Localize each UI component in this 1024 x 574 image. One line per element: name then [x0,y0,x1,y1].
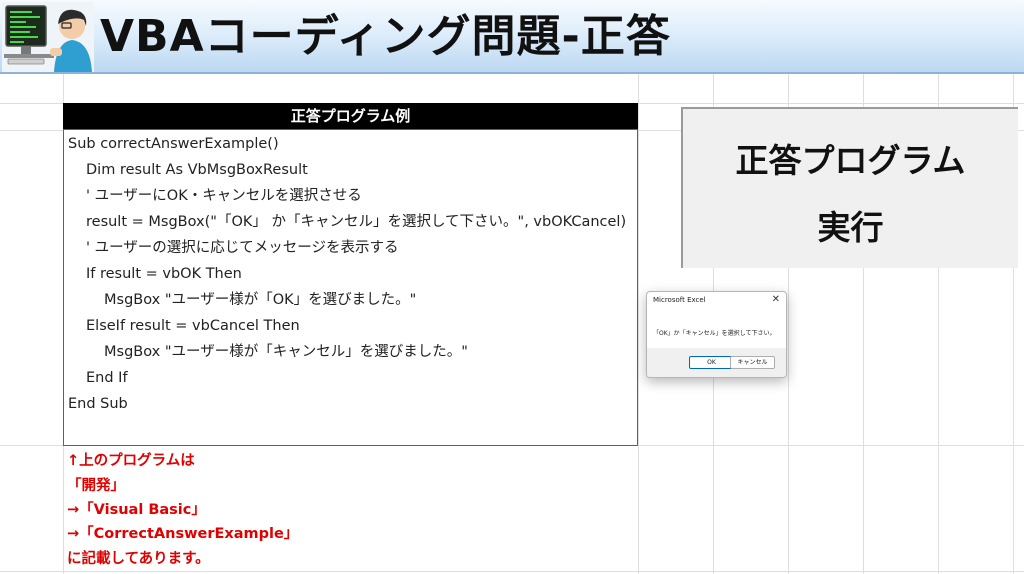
code-line: ElseIf result = vbCancel Then [86,318,300,334]
note-line: ↑上のプログラムは [67,453,195,469]
code-line: End If [86,370,128,386]
run-correct-program-button[interactable]: 正答プログラム 実行 [681,107,1018,268]
page-title: VBAコーディング問題-正答 [100,11,671,62]
grid-column-line [638,74,639,574]
code-line: ' ユーザーの選択に応じてメッセージを表示する [86,240,399,256]
programmer-illustration-icon [2,2,94,72]
code-line: MsgBox "ユーザー様が「キャンセル」を選びました。" [104,344,468,360]
dialog-footer: OK キャンセル [647,348,786,377]
title-banner: VBAコーディング問題-正答 [0,0,1024,74]
cancel-button[interactable]: キャンセル [730,356,775,369]
code-line: End Sub [68,396,128,412]
code-panel: Sub correctAnswerExample() Dim result As… [63,129,638,446]
code-line: ' ユーザーにOK・キャンセルを選択させる [86,188,362,204]
grid-row-line [0,571,1024,572]
code-panel-header: 正答プログラム例 [63,103,638,129]
note-line: →「CorrectAnswerExample」 [67,526,299,542]
run-button-label: 実行 [817,208,884,247]
note-line: 「開発」 [67,478,125,494]
close-icon[interactable]: ✕ [772,294,780,305]
ok-button[interactable]: OK [689,356,734,369]
note-line: に記載してあります。 [67,551,210,567]
code-line: result = MsgBox("「OK」 か「キャンセル」を選択して下さい。"… [86,214,627,230]
code-line: Sub correctAnswerExample() [68,136,279,152]
code-line: Dim result As VbMsgBoxResult [86,162,308,178]
run-button-label: 正答プログラム [735,141,966,180]
message-box-dialog: Microsoft Excel ✕ 「OK」か「キャンセル」を選択して下さい。 … [646,291,787,378]
code-line: MsgBox "ユーザー様が「OK」を選びました。" [104,292,417,308]
dialog-title: Microsoft Excel [653,296,706,304]
note-line: →「Visual Basic」 [67,502,206,518]
dialog-message: 「OK」か「キャンセル」を選択して下さい。 [653,330,776,337]
code-line: If result = vbOK Then [86,266,242,282]
